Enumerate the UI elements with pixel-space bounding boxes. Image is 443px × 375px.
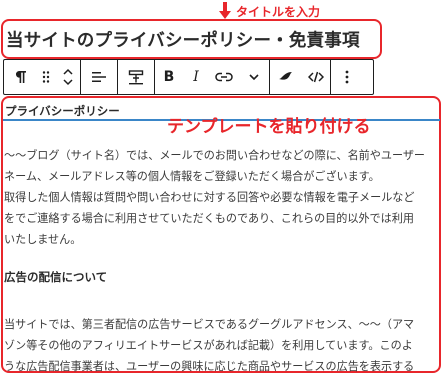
paragraph-line: 取得した個人情報は質問や問い合わせに対する回答や必要な情報を電子メールなど: [4, 191, 415, 204]
highlight-icon: [128, 69, 144, 85]
italic-button[interactable]: I: [183, 60, 209, 94]
toolbar-group-options: [331, 60, 363, 94]
toolbar-group-align: [81, 60, 118, 94]
code-button[interactable]: [302, 60, 330, 94]
drag-button[interactable]: [36, 60, 56, 94]
paragraph-line: ～～ブログ（サイト名）では、メールでのお問い合わせなどの際に、名前やユーザー: [4, 149, 426, 162]
paragraph-line: 当サイトでは、第三者配信の広告サービスであるグーグルアドセンス、～～（アマ: [4, 318, 415, 331]
block-toolbar: B I: [3, 59, 374, 95]
toolbar-group-format: B I: [155, 60, 270, 94]
paragraph-ads[interactable]: 当サイトでは、第三者配信の広告サービスであるグーグルアドセンス、～～（アマ ゾン…: [4, 314, 440, 375]
paragraph-icon: [13, 69, 27, 85]
paragraph-button[interactable]: [4, 60, 36, 94]
options-button[interactable]: [331, 60, 363, 94]
toolbar-group-extras: [270, 60, 331, 94]
code-icon: [308, 71, 324, 83]
bold-button[interactable]: B: [155, 60, 183, 94]
arrow-down-icon: [219, 2, 231, 20]
move-up-down-icon: [62, 66, 74, 88]
title-annotation: タイトルを入力: [219, 2, 320, 20]
paragraph-line: ゾン等その他のアフィリエイトサービスがあれば記載）を利用しています。このよ: [4, 339, 413, 352]
paragraph-line: いたしません。: [4, 233, 82, 246]
heading-privacy-policy[interactable]: プライバシーポリシー: [5, 103, 120, 119]
heading-ads[interactable]: 広告の配信について: [4, 269, 107, 285]
paragraph-line: をでご連絡する場合に利用させていただくものであり、これらの目的以外では利用: [4, 212, 414, 225]
link-button[interactable]: [209, 60, 239, 94]
toolbar-group-highlight: [118, 60, 155, 94]
drag-handle-icon: [42, 70, 50, 84]
paragraph-line: ネーム、メールアドレス等の個人情報をご登録いただく場合がございます。: [4, 170, 380, 183]
title-hint-text: タイトルを入力: [236, 4, 321, 19]
align-button[interactable]: [81, 60, 117, 94]
toolbar-group-block: [4, 60, 81, 94]
move-button[interactable]: [56, 60, 80, 94]
link-icon: [215, 72, 233, 82]
marker-button[interactable]: [270, 60, 302, 94]
highlight-button[interactable]: [118, 60, 154, 94]
paragraph-privacy[interactable]: ～～ブログ（サイト名）では、メールでのお問い合わせなどの際に、名前やユーザー ネ…: [4, 145, 440, 250]
paragraph-line: うな広告配信事業者は、ユーザーの興味に応じた商品やサービスの広告を表示する: [4, 360, 415, 373]
more-formats-button[interactable]: [239, 60, 269, 94]
more-vertical-icon: [345, 70, 349, 84]
post-title[interactable]: 当サイトのプライバシーポリシー・免責事項: [6, 27, 386, 52]
marker-icon: [278, 71, 294, 83]
chevron-down-icon: [248, 73, 260, 81]
align-icon: [92, 71, 106, 83]
paste-hint-text: テンプレートを貼り付ける: [167, 117, 371, 137]
